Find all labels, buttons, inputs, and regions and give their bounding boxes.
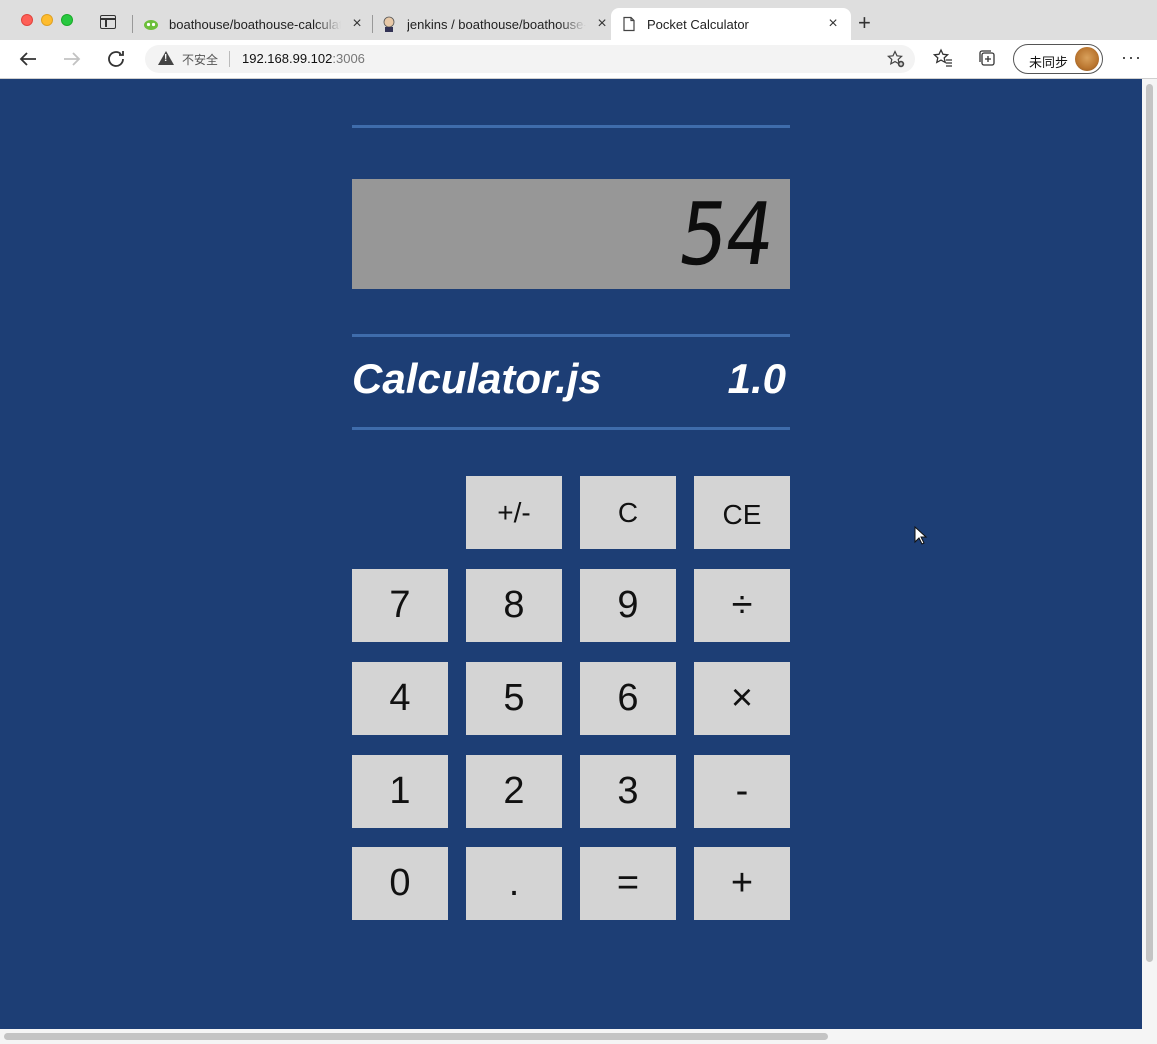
close-tab-icon[interactable]: × xyxy=(594,16,610,32)
clear-button[interactable]: C xyxy=(580,476,676,549)
url-host: 192.168.99.102 xyxy=(242,51,333,66)
tab-title: jenkins / boathouse/boathouse-calculator xyxy=(407,16,586,32)
github-favicon-icon xyxy=(144,20,158,30)
negate-button[interactable]: +/- xyxy=(466,476,562,549)
page-favicon-icon xyxy=(623,16,635,32)
collections-icon xyxy=(979,50,995,66)
reload-icon xyxy=(108,51,124,67)
middle-divider xyxy=(352,334,790,337)
horizontal-scrollbar[interactable] xyxy=(0,1029,1157,1044)
maximize-window-button[interactable] xyxy=(61,14,73,26)
collections-button[interactable] xyxy=(977,48,997,72)
url-text[interactable]: 192.168.99.102:3006 xyxy=(242,51,365,66)
divide-button[interactable]: ÷ xyxy=(694,569,790,642)
multiply-button[interactable]: × xyxy=(694,662,790,735)
tab-divider xyxy=(372,15,373,33)
star-add-icon xyxy=(887,50,905,68)
url-divider xyxy=(229,51,230,67)
url-port: :3006 xyxy=(332,51,365,66)
tab-title: boathouse/boathouse-calculator xyxy=(169,16,341,32)
top-divider xyxy=(352,125,790,128)
favorites-button[interactable] xyxy=(932,48,953,72)
tab-jenkins[interactable]: jenkins / boathouse/boathouse-calculator… xyxy=(381,8,610,40)
forward-button[interactable] xyxy=(60,47,84,71)
profile-button[interactable]: 未同步 xyxy=(1013,44,1103,74)
close-tab-icon[interactable]: × xyxy=(825,16,841,32)
more-menu-button[interactable]: ··· xyxy=(1121,47,1142,68)
browser-chrome: boathouse/boathouse-calculator × jenkins… xyxy=(0,0,1157,79)
close-window-button[interactable] xyxy=(21,14,33,26)
clear-entry-button[interactable]: CE xyxy=(694,476,790,549)
equals-button[interactable]: = xyxy=(580,847,676,920)
new-tab-button[interactable]: + xyxy=(858,12,871,34)
digit-3-button[interactable]: 3 xyxy=(580,755,676,828)
page-content: 54 Calculator.js 1.0 +/- C CE 7 8 9 ÷ 4 … xyxy=(0,79,1142,1029)
vertical-scrollbar-thumb[interactable] xyxy=(1146,84,1153,962)
vertical-scrollbar[interactable] xyxy=(1142,79,1157,1029)
digit-7-button[interactable]: 7 xyxy=(352,569,448,642)
calculator-display: 54 xyxy=(352,179,790,289)
digit-5-button[interactable]: 5 xyxy=(466,662,562,735)
close-tab-icon[interactable]: × xyxy=(349,16,365,32)
decimal-button[interactable]: . xyxy=(466,847,562,920)
tab-actions-icon[interactable] xyxy=(100,15,116,29)
add-favorite-button[interactable] xyxy=(887,50,905,71)
tab-pocket-calculator[interactable]: Pocket Calculator × xyxy=(611,8,851,40)
minimize-window-button[interactable] xyxy=(41,14,53,26)
brand-title: Calculator.js xyxy=(352,355,602,402)
mouse-cursor-icon xyxy=(914,526,928,545)
version-label: 1.0 xyxy=(727,355,786,402)
back-button[interactable] xyxy=(16,47,40,71)
favorites-icon xyxy=(932,48,952,67)
display-value: 54 xyxy=(673,185,780,285)
digit-4-button[interactable]: 4 xyxy=(352,662,448,735)
tab-title: Pocket Calculator xyxy=(647,16,749,32)
browser-toolbar: 不安全 192.168.99.102:3006 未同步 ··· xyxy=(0,40,1157,79)
profile-sync-label: 未同步 xyxy=(1029,55,1069,70)
tab-divider xyxy=(132,15,133,33)
tab-strip: boathouse/boathouse-calculator × jenkins… xyxy=(0,0,1157,40)
address-bar[interactable]: 不安全 192.168.99.102:3006 xyxy=(145,45,915,73)
horizontal-scrollbar-thumb[interactable] xyxy=(4,1033,828,1040)
arrow-left-icon xyxy=(19,52,36,66)
tab-github[interactable]: boathouse/boathouse-calculator × xyxy=(143,8,365,40)
bottom-divider xyxy=(352,427,790,430)
subtract-button[interactable]: - xyxy=(694,755,790,828)
jenkins-favicon-icon xyxy=(383,16,395,32)
security-label[interactable]: 不安全 xyxy=(182,51,218,68)
digit-8-button[interactable]: 8 xyxy=(466,569,562,642)
warning-icon xyxy=(158,51,174,65)
avatar xyxy=(1075,47,1099,71)
arrow-right-icon xyxy=(64,52,81,66)
reload-button[interactable] xyxy=(104,47,128,71)
add-button[interactable]: + xyxy=(694,847,790,920)
digit-0-button[interactable]: 0 xyxy=(352,847,448,920)
digit-6-button[interactable]: 6 xyxy=(580,662,676,735)
digit-1-button[interactable]: 1 xyxy=(352,755,448,828)
digit-9-button[interactable]: 9 xyxy=(580,569,676,642)
digit-2-button[interactable]: 2 xyxy=(466,755,562,828)
